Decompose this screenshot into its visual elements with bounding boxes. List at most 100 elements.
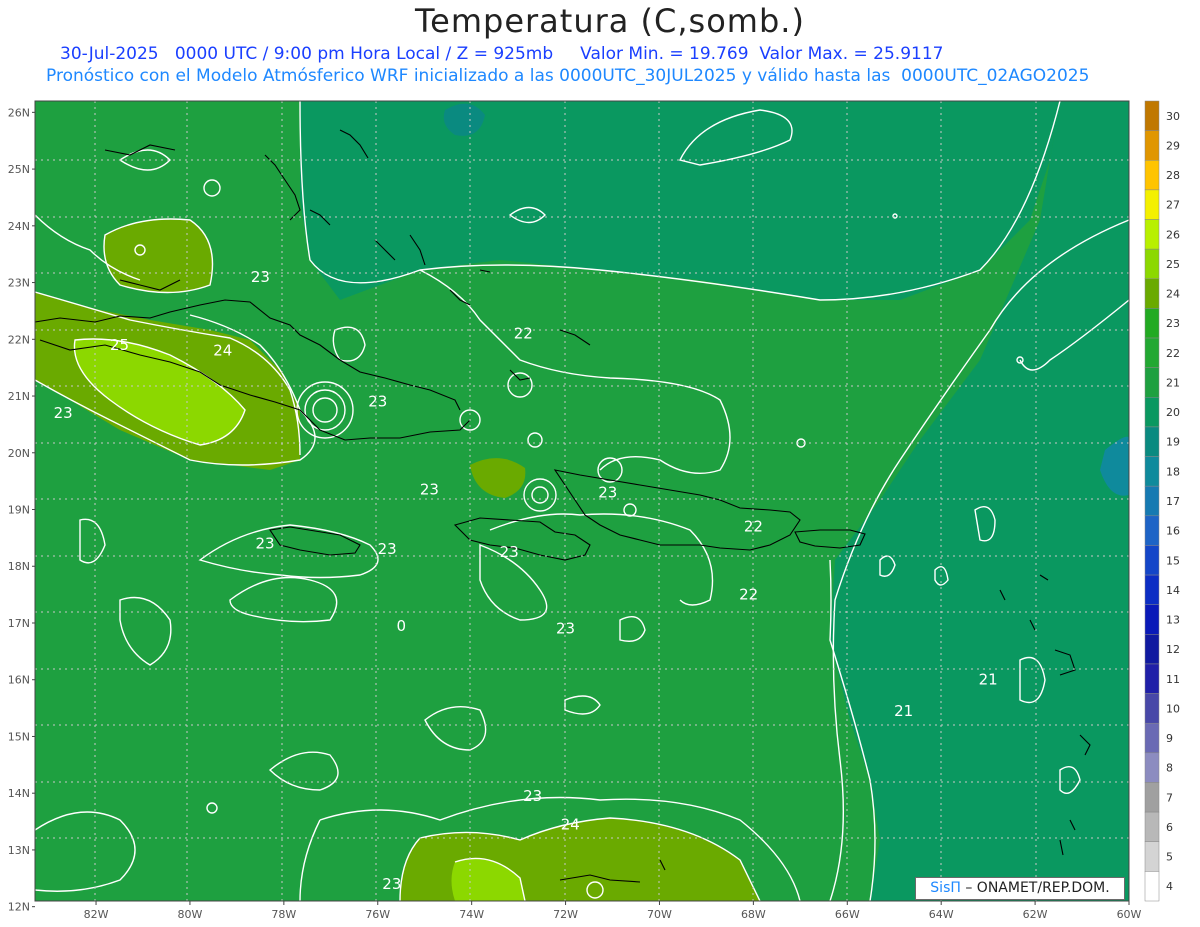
lat-tick-label: 16N — [8, 674, 30, 687]
lat-tick-label: 15N — [8, 730, 30, 743]
colorbar-swatch — [1144, 456, 1160, 487]
lon-tick-label: 78W — [271, 908, 296, 921]
colorbar-label: 16 — [1166, 525, 1180, 538]
field-cool-north — [300, 101, 1060, 300]
colorbar-swatch — [1144, 782, 1160, 813]
lat-tick-label: 22N — [8, 333, 30, 346]
colorbar-swatch — [1144, 130, 1160, 161]
lon-tick-label: 68W — [741, 908, 766, 921]
contour-label: 22 — [744, 518, 763, 536]
contour-label: 23 — [382, 875, 401, 893]
lon-tick-label: 74W — [459, 908, 484, 921]
colorbar-label: 17 — [1166, 495, 1180, 508]
colorbar-label: 11 — [1166, 673, 1180, 686]
colorbar-swatch — [1144, 634, 1160, 665]
lon-tick-label: 82W — [84, 908, 109, 921]
contour-label: 25 — [110, 336, 129, 354]
lon-tick-label: 64W — [929, 908, 954, 921]
colorbar-label: 9 — [1166, 732, 1173, 745]
contour-label: 22 — [514, 325, 533, 343]
colorbar-label: 29 — [1166, 139, 1180, 152]
lat-tick-label: 21N — [8, 390, 30, 403]
colorbar-swatch — [1144, 722, 1160, 754]
colorbar-swatch — [1144, 337, 1160, 368]
lat-tick-label: 14N — [8, 787, 30, 800]
colorbar-swatch — [1144, 189, 1160, 220]
colorbar-label: 7 — [1166, 791, 1173, 804]
colorbar-swatch — [1144, 693, 1160, 724]
colorbar-swatch — [1144, 604, 1160, 635]
colorbar-swatch — [1144, 367, 1160, 398]
colorbar-swatch — [1144, 160, 1160, 191]
lat-tick-label: 23N — [8, 277, 30, 290]
colorbar-label: 14 — [1166, 584, 1180, 597]
colorbar-label: 28 — [1166, 169, 1180, 182]
colorbar-swatch — [1144, 426, 1160, 457]
lon-tick-label: 80W — [178, 908, 203, 921]
colorbar-label: 27 — [1166, 199, 1180, 212]
colorbar-label: 8 — [1166, 762, 1173, 775]
lon-tick-label: 60W — [1117, 908, 1142, 921]
contour-label: 23 — [256, 535, 275, 553]
colorbar-swatch — [1144, 574, 1160, 605]
contour-label: 23 — [556, 620, 575, 638]
colorbar-swatch — [1144, 278, 1160, 309]
colorbar-label: 25 — [1166, 258, 1180, 271]
colorbar-swatch — [1144, 841, 1160, 872]
colorbar-swatch — [1144, 871, 1160, 902]
colorbar-swatch — [1144, 663, 1160, 694]
colorbar-label: 22 — [1166, 347, 1180, 360]
temperature-map: 2325 2423232223 232223 23 230 23222121232423 … — [8, 100, 1180, 921]
lat-tick-label: 25N — [8, 163, 30, 176]
contour-label: 21 — [979, 671, 998, 689]
colorbar-label: 10 — [1166, 702, 1180, 715]
lon-tick-label: 66W — [835, 908, 860, 921]
contour-label: 23 — [500, 543, 519, 561]
lat-tick-label: 13N — [8, 844, 30, 857]
colorbar-label: 5 — [1166, 851, 1173, 864]
field-warm-nw — [104, 219, 213, 293]
colorbar-label: 23 — [1166, 317, 1180, 330]
colorbar-swatch — [1144, 545, 1160, 576]
colorbar-swatch — [1144, 811, 1160, 842]
contour-label: 0 — [396, 617, 406, 635]
colorbar-label: 12 — [1166, 643, 1180, 656]
colorbar-swatch — [1144, 485, 1160, 517]
contour-label: 23 — [420, 481, 439, 499]
lat-tick-label: 19N — [8, 504, 30, 517]
lon-tick-label: 70W — [647, 908, 672, 921]
colorbar-label: 24 — [1166, 288, 1180, 301]
lat-tick-label: 17N — [8, 617, 30, 630]
colorbar-label: 26 — [1166, 228, 1180, 241]
lon-tick-label: 62W — [1023, 908, 1048, 921]
lon-tick-label: 72W — [553, 908, 578, 921]
colorbar-label: 4 — [1166, 880, 1173, 893]
contour-label: 21 — [894, 702, 913, 720]
contour-label: 23 — [251, 268, 270, 286]
colorbar-swatch — [1144, 515, 1160, 546]
colorbar-swatch — [1144, 308, 1160, 339]
credit-box: SisΠ – ONAMET/REP.DOM. — [915, 877, 1125, 900]
sispi-logo-text: SisΠ — [930, 880, 961, 896]
lat-tick-label: 24N — [8, 220, 30, 233]
colorbar-label: 6 — [1166, 821, 1173, 834]
lat-tick-label: 20N — [8, 447, 30, 460]
credit-text: – ONAMET/REP.DOM. — [965, 880, 1110, 896]
colorbar-label: 13 — [1166, 614, 1180, 627]
contour-label: 24 — [213, 342, 232, 360]
contour-label: 23 — [368, 393, 387, 411]
colorbar-label: 30 — [1166, 110, 1180, 123]
colorbar-label: 18 — [1166, 465, 1180, 478]
colorbar-label: 21 — [1166, 376, 1180, 389]
colorbar-label: 15 — [1166, 554, 1180, 567]
colorbar-swatch — [1144, 752, 1160, 783]
colorbar-swatch — [1144, 100, 1160, 131]
colorbar-swatch — [1144, 248, 1160, 280]
lat-tick-label: 26N — [8, 106, 30, 119]
contour-label: 23 — [378, 540, 397, 558]
lat-tick-label: 12N — [8, 901, 30, 914]
contour-label: 24 — [561, 815, 580, 833]
contour-label: 23 — [598, 483, 617, 501]
colorbar-swatch — [1144, 219, 1160, 250]
contour-label: 23 — [523, 787, 542, 805]
